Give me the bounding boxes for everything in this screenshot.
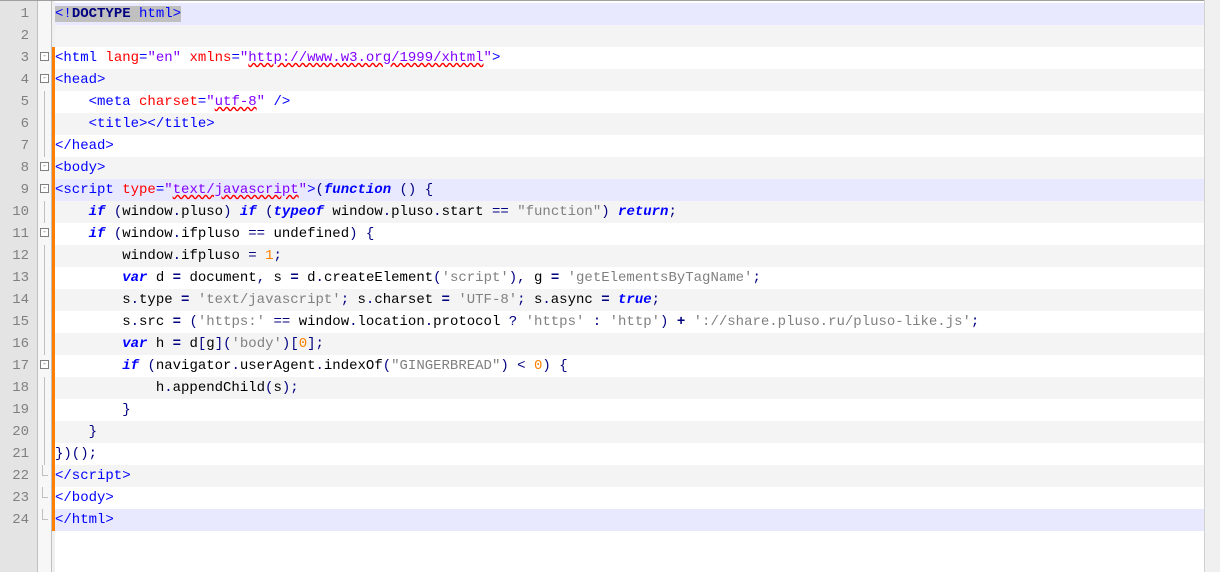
fold-cell[interactable]: - <box>38 47 51 69</box>
line-number: 14 <box>6 289 29 311</box>
line-number: 21 <box>6 443 29 465</box>
code-line[interactable]: if (navigator.userAgent.indexOf("GINGERB… <box>55 355 1216 377</box>
fold-line-icon <box>44 333 45 355</box>
code-line[interactable]: } <box>55 399 1216 421</box>
code-line[interactable]: if (window.ifpluso == undefined) { <box>55 223 1216 245</box>
code-line[interactable]: } <box>55 421 1216 443</box>
line-number: 4 <box>6 69 29 91</box>
fold-cell[interactable]: - <box>38 69 51 91</box>
fold-cell[interactable] <box>38 443 51 465</box>
code-line[interactable]: h.appendChild(s); <box>55 377 1216 399</box>
fold-minus-icon[interactable]: - <box>40 360 49 369</box>
fold-cell[interactable] <box>38 91 51 113</box>
fold-cell[interactable] <box>38 267 51 289</box>
fold-cell[interactable] <box>38 377 51 399</box>
fold-cell[interactable]: - <box>38 179 51 201</box>
line-number: 18 <box>6 377 29 399</box>
line-number: 13 <box>6 267 29 289</box>
line-number: 9 <box>6 179 29 201</box>
fold-line-icon <box>44 311 45 333</box>
code-line[interactable]: var h = d[g]('body')[0]; <box>55 333 1216 355</box>
code-text-area[interactable]: <!DOCTYPE html> <html lang="en" xmlns="ht… <box>55 1 1220 572</box>
fold-cell[interactable] <box>38 245 51 267</box>
code-editor[interactable]: 123456789101112131415161718192021222324 … <box>0 0 1220 572</box>
fold-line-icon <box>44 201 45 223</box>
line-number: 1 <box>6 3 29 25</box>
code-line[interactable] <box>55 25 1216 47</box>
fold-end-icon <box>42 509 48 520</box>
fold-line-icon <box>44 377 45 399</box>
code-line[interactable]: <body> <box>55 157 1216 179</box>
code-line[interactable]: <html lang="en" xmlns="http://www.w3.org… <box>55 47 1216 69</box>
fold-cell[interactable] <box>38 487 51 509</box>
code-line[interactable]: <meta charset="utf-8" /> <box>55 91 1216 113</box>
code-line[interactable]: <script type="text/javascript">(function… <box>55 179 1216 201</box>
line-number: 7 <box>6 135 29 157</box>
fold-minus-icon[interactable]: - <box>40 74 49 83</box>
line-number: 23 <box>6 487 29 509</box>
code-line[interactable]: s.type = 'text/javascript'; s.charset = … <box>55 289 1216 311</box>
fold-cell[interactable] <box>38 311 51 333</box>
fold-cell[interactable] <box>38 3 51 25</box>
fold-line-icon <box>44 91 45 113</box>
fold-line-icon <box>44 135 45 157</box>
code-line[interactable]: if (window.pluso) if (typeof window.plus… <box>55 201 1216 223</box>
fold-cell[interactable] <box>38 509 51 531</box>
line-number: 10 <box>6 201 29 223</box>
fold-cell[interactable] <box>38 135 51 157</box>
line-number: 2 <box>6 25 29 47</box>
code-line[interactable]: var d = document, s = d.createElement('s… <box>55 267 1216 289</box>
fold-line-icon <box>44 113 45 135</box>
fold-cell[interactable]: - <box>38 223 51 245</box>
line-number: 8 <box>6 157 29 179</box>
fold-cell[interactable] <box>38 113 51 135</box>
line-number: 24 <box>6 509 29 531</box>
fold-line-icon <box>44 289 45 311</box>
fold-line-icon <box>44 443 45 465</box>
fold-cell[interactable]: - <box>38 355 51 377</box>
fold-minus-icon[interactable]: - <box>40 52 49 61</box>
fold-cell[interactable] <box>38 421 51 443</box>
line-number: 6 <box>6 113 29 135</box>
line-number: 12 <box>6 245 29 267</box>
fold-minus-icon[interactable]: - <box>40 184 49 193</box>
fold-cell[interactable] <box>38 201 51 223</box>
fold-cell[interactable] <box>38 25 51 47</box>
line-number: 22 <box>6 465 29 487</box>
code-line[interactable]: </body> <box>55 487 1216 509</box>
fold-cell[interactable] <box>38 333 51 355</box>
fold-line-icon <box>44 267 45 289</box>
fold-line-icon <box>44 421 45 443</box>
code-line[interactable]: })(); <box>55 443 1216 465</box>
code-line[interactable]: <head> <box>55 69 1216 91</box>
fold-end-icon <box>42 487 48 498</box>
code-line[interactable]: <title></title> <box>55 113 1216 135</box>
line-number: 15 <box>6 311 29 333</box>
fold-minus-icon[interactable]: - <box>40 228 49 237</box>
line-number: 16 <box>6 333 29 355</box>
code-line[interactable]: window.ifpluso = 1; <box>55 245 1216 267</box>
fold-cell[interactable]: - <box>38 157 51 179</box>
fold-end-icon <box>42 465 48 476</box>
fold-minus-icon[interactable]: - <box>40 162 49 171</box>
line-number: 20 <box>6 421 29 443</box>
fold-line-icon <box>44 399 45 421</box>
line-number: 19 <box>6 399 29 421</box>
fold-cell[interactable] <box>38 465 51 487</box>
code-line[interactable]: s.src = ('https:' == window.location.pro… <box>55 311 1216 333</box>
vertical-scrollbar[interactable] <box>1204 0 1220 572</box>
code-line[interactable]: </script> <box>55 465 1216 487</box>
line-number: 17 <box>6 355 29 377</box>
fold-cell[interactable] <box>38 289 51 311</box>
line-number: 5 <box>6 91 29 113</box>
code-line[interactable]: <!DOCTYPE html> <box>55 3 1216 25</box>
fold-line-icon <box>44 245 45 267</box>
fold-cell[interactable] <box>38 399 51 421</box>
line-number-gutter: 123456789101112131415161718192021222324 <box>0 1 38 572</box>
code-line[interactable]: </html> <box>55 509 1216 531</box>
fold-column[interactable]: - - - - - - <box>38 1 52 572</box>
line-number: 3 <box>6 47 29 69</box>
code-line[interactable]: </head> <box>55 135 1216 157</box>
line-number: 11 <box>6 223 29 245</box>
